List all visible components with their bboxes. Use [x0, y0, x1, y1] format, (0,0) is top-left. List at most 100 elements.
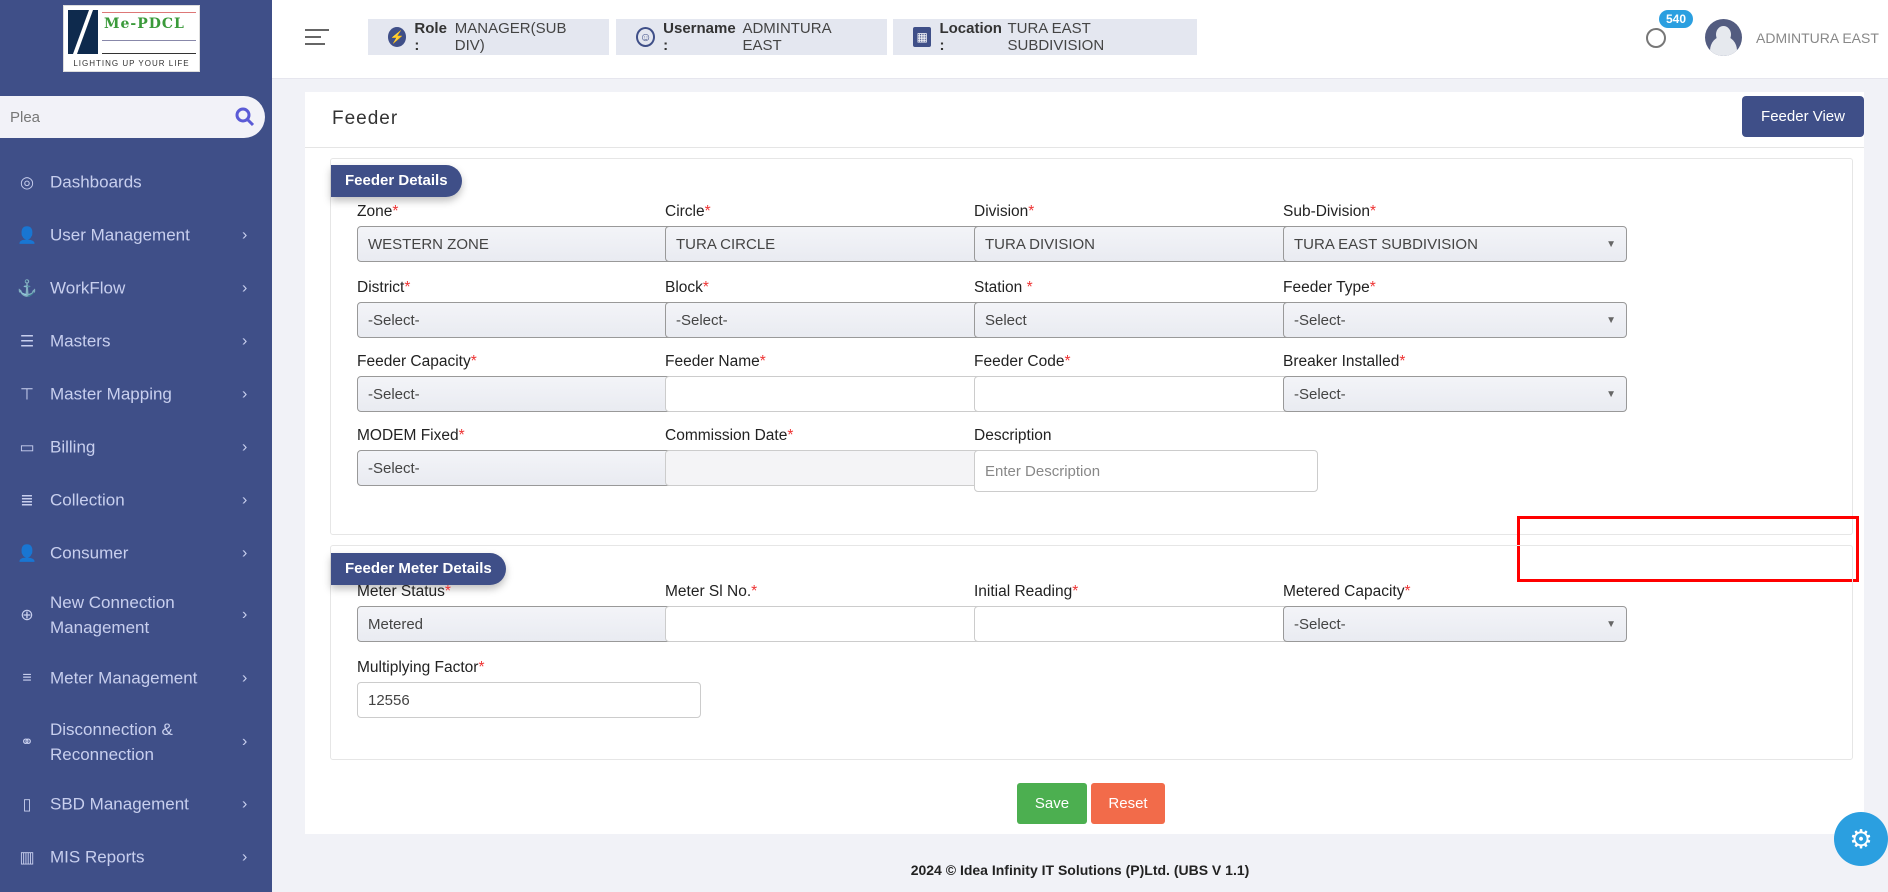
sidebar-item-sbd-management[interactable]: ▯ SBD Management ›: [0, 792, 272, 817]
meter-sl-no-label: Meter Sl No.*: [665, 583, 1009, 605]
bolt-icon: ⚡: [388, 27, 407, 47]
label-text: Multiplying Factor: [357, 659, 479, 676]
label-text: Block: [665, 279, 703, 296]
chevron-right-icon: ›: [242, 795, 248, 812]
new-connection-management-icon: ⊕: [20, 607, 34, 624]
clock-icon[interactable]: [1646, 28, 1666, 48]
feeder-name-field: Feeder Name*: [665, 353, 1009, 412]
sidebar-search-input[interactable]: Plea: [0, 96, 265, 138]
feeder-name-label: Feeder Name*: [665, 353, 1009, 375]
mis-reports-icon: ▥: [19, 849, 35, 866]
meter-management-icon: ≡: [22, 669, 32, 686]
menu-toggle-icon[interactable]: [305, 29, 329, 50]
multiplying-factor-field: Multiplying Factor* 12556: [357, 659, 701, 718]
chevron-right-icon: ›: [242, 385, 248, 402]
sidebar-item-billing[interactable]: ▭ Billing ›: [0, 435, 272, 460]
metered-capacity-select[interactable]: -Select-: [1283, 606, 1627, 642]
sidebar-item-dashboards[interactable]: ◎ Dashboards: [0, 170, 272, 195]
sidebar-item-label: Masters: [50, 331, 111, 351]
label-text: Description: [974, 427, 1052, 444]
description-label: Description: [974, 427, 1318, 449]
username-pill: ☺ Username : ADMINTURA EAST: [616, 19, 887, 55]
sidebar-item-collection[interactable]: ≣ Collection ›: [0, 488, 272, 513]
label-text: Breaker Installed: [1283, 353, 1400, 370]
logo-brand: Me-PDCL: [104, 16, 185, 32]
label-text: MODEM Fixed: [357, 427, 459, 444]
sidebar-item-user-management[interactable]: 👤 User Management ›: [0, 223, 272, 248]
master-mapping-icon: ⊤: [20, 386, 34, 403]
role-label: Role :: [414, 20, 447, 54]
required-asterisk: *: [1028, 203, 1035, 220]
circle-select[interactable]: TURA CIRCLE: [665, 226, 1009, 262]
initial-reading-input[interactable]: [974, 606, 1318, 642]
reset-button[interactable]: Reset: [1091, 783, 1165, 824]
breaker-installed-select[interactable]: -Select-: [1283, 376, 1627, 412]
sub-division-label: Sub-Division*: [1283, 203, 1627, 225]
meter-status-select[interactable]: Metered: [357, 606, 701, 642]
meter-sl-no-input[interactable]: [665, 606, 1009, 642]
feeder-capacity-select[interactable]: -Select-: [357, 376, 701, 412]
save-button[interactable]: Save: [1017, 783, 1087, 824]
chevron-right-icon: ›: [242, 733, 248, 750]
description-input[interactable]: Enter Description: [974, 450, 1318, 492]
sidebar-item-workflow[interactable]: ⚓ WorkFlow ›: [0, 276, 272, 301]
sidebar-item-new-connection-management[interactable]: ⊕ New Connection Management ›: [0, 590, 272, 640]
required-asterisk: *: [1399, 353, 1406, 370]
block-field: Block* -Select-: [665, 279, 1009, 338]
feeder-name-input[interactable]: [665, 376, 1009, 412]
required-asterisk: *: [404, 279, 411, 296]
zone-label: Zone*: [357, 203, 701, 225]
block-label: Block*: [665, 279, 1009, 301]
station-select[interactable]: Select: [974, 302, 1318, 338]
avatar[interactable]: [1705, 19, 1742, 56]
required-asterisk: *: [1370, 203, 1377, 220]
required-asterisk: *: [478, 659, 485, 676]
label-text: Circle: [665, 203, 705, 220]
feeder-view-button[interactable]: Feeder View: [1742, 96, 1864, 137]
district-select[interactable]: -Select-: [357, 302, 701, 338]
label-text: District: [357, 279, 405, 296]
required-asterisk: *: [702, 279, 709, 296]
division-select[interactable]: TURA DIVISION: [974, 226, 1318, 262]
modem-fixed-select[interactable]: -Select-: [357, 450, 701, 486]
description-value: Enter Description: [985, 462, 1101, 480]
label-text: Zone: [357, 203, 393, 220]
sidebar-item-masters[interactable]: ☰ Masters ›: [0, 329, 272, 354]
search-icon[interactable]: [235, 107, 255, 127]
label-text: Initial Reading: [974, 583, 1073, 600]
required-asterisk: *: [458, 427, 465, 444]
multiplying-factor-input[interactable]: 12556: [357, 682, 701, 718]
logo[interactable]: Me-PDCL LIGHTING UP YOUR LIFE: [63, 5, 200, 72]
sidebar-item-master-mapping[interactable]: ⊤ Master Mapping ›: [0, 382, 272, 407]
sidebar-item-mis-reports[interactable]: ▥ MIS Reports ›: [0, 845, 272, 870]
user-name[interactable]: ADMINTURA EAST: [1756, 30, 1879, 46]
building-icon: ▦: [913, 27, 932, 47]
sidebar-item-label: Meter Management: [50, 668, 198, 688]
sub-division-select[interactable]: TURA EAST SUBDIVISION: [1283, 226, 1627, 262]
required-asterisk: *: [444, 583, 451, 600]
footer: 2024 © Idea Infinity IT Solutions (P)Ltd…: [910, 862, 1250, 878]
feeder-meter-details-section: Feeder Meter Details Meter Status* Metere…: [330, 545, 1853, 760]
breaker-installed-value: -Select-: [1294, 385, 1346, 403]
chevron-right-icon: ›: [242, 491, 248, 508]
collection-icon: ≣: [20, 492, 34, 509]
sub-division-value: TURA EAST SUBDIVISION: [1294, 235, 1478, 253]
label-text: Commission Date: [665, 427, 788, 444]
zone-select[interactable]: WESTERN ZONE: [357, 226, 701, 262]
multiplying-factor-label: Multiplying Factor*: [357, 659, 701, 681]
sidebar-item-consumer[interactable]: 👤 Consumer ›: [0, 541, 272, 566]
initial-reading-label: Initial Reading*: [974, 583, 1318, 605]
settings-gear-icon[interactable]: ⚙: [1834, 812, 1888, 866]
sidebar-item-meter-management[interactable]: ≡ Meter Management ›: [0, 666, 272, 691]
feeder-code-input[interactable]: [974, 376, 1318, 412]
sidebar-item-disconnection-reconnection[interactable]: ⚭ Disconnection & Reconnection ›: [0, 717, 272, 767]
location-value: TURA EAST SUBDIVISION: [1007, 20, 1105, 54]
sbd-management-icon: ▯: [22, 796, 32, 813]
location-label: Location :: [939, 20, 1002, 54]
notification-badge[interactable]: 540: [1659, 10, 1694, 28]
required-asterisk: *: [759, 353, 766, 370]
feeder-type-select[interactable]: -Select-: [1283, 302, 1627, 338]
sidebar-item-label: Master Mapping: [50, 384, 172, 404]
label-text: Meter Status: [357, 583, 445, 600]
block-select[interactable]: -Select-: [665, 302, 1009, 338]
